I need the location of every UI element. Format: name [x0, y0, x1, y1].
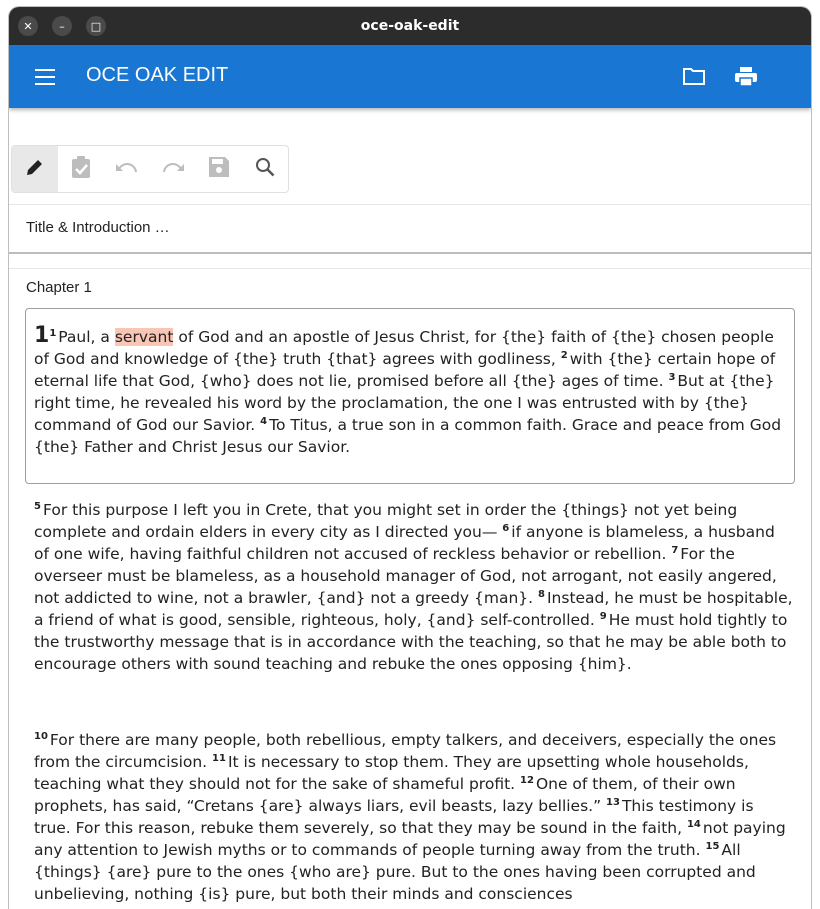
- editor-toolbar: [11, 145, 289, 193]
- verse-number: 9: [599, 611, 607, 622]
- hamburger-menu-icon[interactable]: [35, 69, 55, 85]
- verse-number: 1: [49, 328, 57, 339]
- edit-button[interactable]: [12, 146, 58, 192]
- app-bar: OCE OAK EDIT: [9, 45, 811, 108]
- print-icon[interactable]: [735, 67, 757, 91]
- highlighted-word[interactable]: servant: [114, 328, 174, 346]
- verse-number: 12: [520, 775, 534, 786]
- verse-number: 13: [606, 797, 620, 808]
- divider: [9, 268, 811, 269]
- app-window: ✕ – □ oce-oak-edit OCE OAK EDIT Title & …: [9, 7, 811, 909]
- verse-number: 11: [212, 753, 226, 764]
- section-title-intro[interactable]: Title & Introduction …: [26, 219, 170, 236]
- search-button[interactable]: [242, 146, 288, 192]
- redo-icon: [162, 160, 184, 179]
- paragraph-editor-active[interactable]: 11 Paul, a servant of God and an apostle …: [25, 308, 795, 484]
- verse-text: Paul, a: [58, 328, 115, 346]
- save-button[interactable]: [196, 146, 242, 192]
- undo-icon: [116, 160, 138, 179]
- paragraph[interactable]: 5 For this purpose I left you in Crete, t…: [34, 499, 794, 675]
- verse-number: 4: [260, 416, 268, 427]
- window-maximize-button[interactable]: □: [86, 16, 106, 36]
- divider: [9, 252, 811, 254]
- window-minimize-button[interactable]: –: [52, 16, 72, 36]
- verse-number: 10: [34, 731, 48, 742]
- window-titlebar: ✕ – □ oce-oak-edit: [9, 7, 811, 45]
- verse-number: 5: [34, 501, 41, 512]
- folder-icon[interactable]: [683, 67, 705, 89]
- verse-number: 6: [502, 523, 510, 534]
- divider: [9, 204, 811, 205]
- validate-button[interactable]: [58, 146, 104, 192]
- app-title: OCE OAK EDIT: [86, 64, 229, 86]
- chapter-number: 1: [34, 323, 50, 348]
- verse-number: 7: [671, 545, 679, 556]
- window-title: oce-oak-edit: [360, 18, 460, 34]
- save-icon: [209, 157, 229, 181]
- undo-button[interactable]: [104, 146, 150, 192]
- verse-number: 2: [560, 350, 568, 361]
- verse-number: 8: [538, 589, 545, 600]
- section-title-chapter: Chapter 1: [26, 279, 92, 296]
- search-icon: [255, 157, 275, 181]
- verse-number: 14: [686, 819, 701, 830]
- redo-button[interactable]: [150, 146, 196, 192]
- window-close-button[interactable]: ✕: [18, 16, 38, 36]
- pencil-icon: [25, 157, 45, 181]
- verse-number: 15: [705, 841, 720, 852]
- clipboard-check-icon: [71, 156, 91, 182]
- paragraph[interactable]: 10 For there are many people, both rebell…: [34, 729, 794, 905]
- verse-number: 3: [668, 372, 676, 383]
